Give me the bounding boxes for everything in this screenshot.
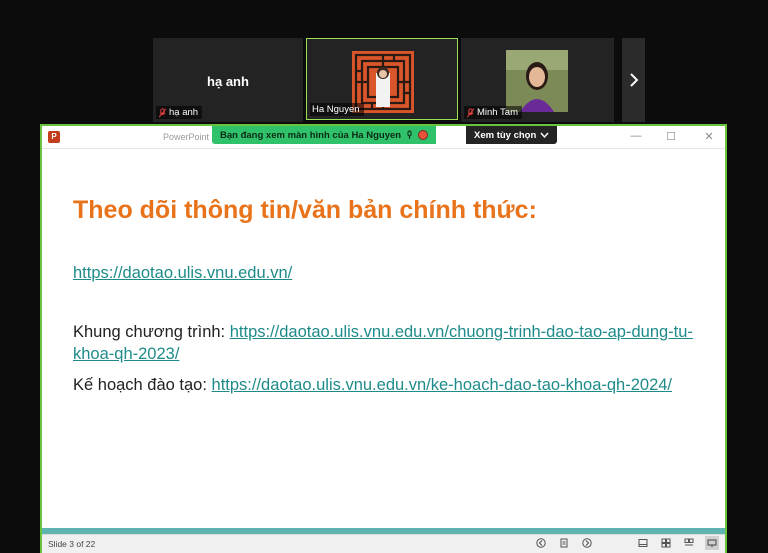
- maximize-button[interactable]: ☐: [664, 130, 678, 143]
- participant-tile-minh-tam[interactable]: Minh Tam: [461, 38, 614, 122]
- screen-share-banner: Bạn đang xem màn hình của Ha Nguyen: [212, 126, 437, 144]
- view-options-label: Xem tùy chọn: [474, 129, 537, 141]
- minimize-button[interactable]: —: [629, 130, 643, 142]
- reading-view-icon[interactable]: [684, 538, 694, 548]
- participant-tile-ha-nguyen[interactable]: Ha Nguyen: [306, 38, 458, 120]
- status-bar: Slide 3 of 22: [42, 534, 725, 553]
- participant-label: hạ anh: [156, 106, 203, 119]
- previous-slide-icon[interactable]: [536, 538, 546, 548]
- muted-mic-icon: [466, 107, 475, 117]
- app-title: PowerPoint: [163, 132, 210, 142]
- training-plan-link[interactable]: https://daotao.ulis.vnu.edu.vn/ke-hoach-…: [212, 376, 672, 394]
- close-button[interactable]: ✕: [702, 130, 716, 143]
- view-controls: [536, 536, 719, 550]
- share-banner-text: Bạn đang xem màn hình của Ha Nguyen: [220, 129, 402, 141]
- participant-video: [506, 50, 568, 112]
- chevron-down-icon: [540, 132, 549, 138]
- curriculum-label: Khung chương trình:: [73, 323, 230, 341]
- pin-icon: [407, 130, 412, 139]
- slide-title: Theo dõi thông tin/văn bản chính thức:: [73, 196, 537, 224]
- training-plan-label: Kế hoạch đào tạo:: [73, 376, 212, 394]
- main-link[interactable]: https://daotao.ulis.vnu.edu.vn/: [73, 264, 292, 282]
- shared-screen: P PowerPoint — ☐ ✕ Bạn đang xem màn hình…: [40, 124, 727, 553]
- recording-indicator-icon: [418, 130, 429, 140]
- participant-tile-ha-anh[interactable]: hạ anh hạ anh: [153, 38, 303, 122]
- participant-label: Minh Tam: [464, 106, 523, 119]
- next-slide-icon[interactable]: [582, 538, 592, 548]
- slide-menu-icon[interactable]: [559, 538, 569, 548]
- participant-label-text: Ha Nguyen: [312, 104, 360, 115]
- next-participants-button[interactable]: [622, 38, 645, 122]
- slide-counter: Slide 3 of 22: [48, 539, 96, 549]
- normal-view-icon[interactable]: [638, 538, 648, 548]
- participant-label: Ha Nguyen: [310, 103, 364, 116]
- powerpoint-icon: P: [48, 131, 60, 143]
- participant-name: hạ anh: [207, 74, 249, 89]
- view-options-button[interactable]: Xem tùy chọn: [466, 126, 558, 144]
- chevron-right-icon: [629, 73, 638, 87]
- participant-label-text: Minh Tam: [477, 107, 519, 118]
- training-plan-line: Kế hoạch đào tạo: https://daotao.ulis.vn…: [73, 374, 693, 396]
- slide-canvas: Theo dõi thông tin/văn bản chính thức: h…: [42, 150, 725, 527]
- curriculum-line: Khung chương trình: https://daotao.ulis.…: [73, 321, 693, 365]
- slide-show-icon[interactable]: [705, 536, 719, 550]
- slide-sorter-icon[interactable]: [661, 538, 671, 548]
- participant-label-text: hạ anh: [169, 107, 199, 118]
- muted-mic-icon: [158, 107, 167, 117]
- main-link-line: https://daotao.ulis.vnu.edu.vn/: [73, 262, 693, 284]
